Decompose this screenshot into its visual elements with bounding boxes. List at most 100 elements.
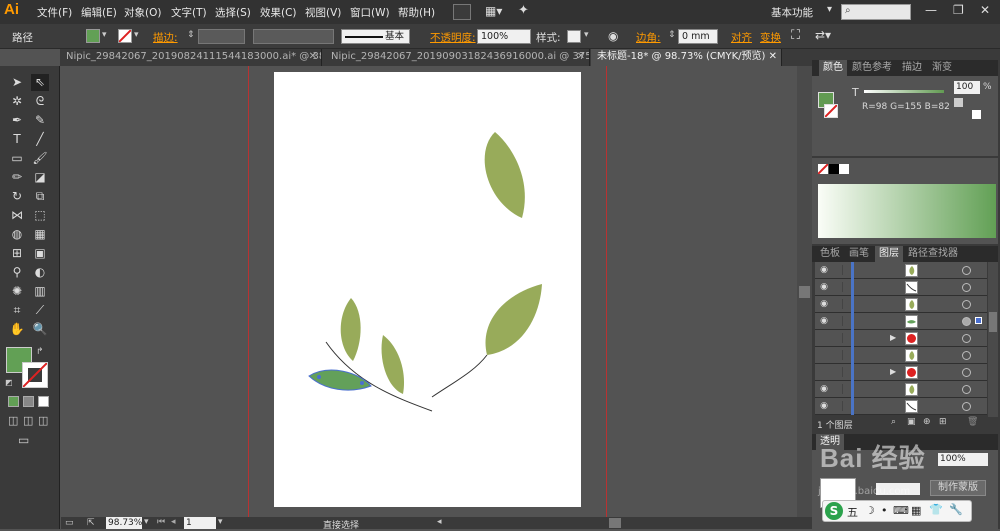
visibility-eye-icon[interactable]: ◉ xyxy=(818,299,830,309)
lock-toggle[interactable] xyxy=(833,401,843,411)
status-share-icon[interactable]: ⇱ xyxy=(87,518,95,528)
tab-stroke[interactable]: 描边 xyxy=(898,60,926,76)
skin-icon[interactable]: 👕 xyxy=(929,503,943,516)
tab-color[interactable]: 颜色 xyxy=(819,60,847,76)
gradient-mode-icon[interactable] xyxy=(23,396,34,407)
corner-label[interactable]: 边角: xyxy=(636,30,661,45)
tab-brushes[interactable]: 画笔 xyxy=(845,246,873,262)
zoom-input[interactable]: 98.73% xyxy=(106,517,142,529)
shape-builder-tool-icon[interactable]: ◍ xyxy=(8,226,26,243)
menu-object[interactable]: 对象(O) xyxy=(124,5,161,20)
horizontal-scroll-thumb[interactable] xyxy=(609,518,621,528)
fill-swatch[interactable] xyxy=(86,29,100,43)
toolbox-icon[interactable]: ▦ xyxy=(911,504,921,517)
status-nav-icon[interactable]: ▭ xyxy=(65,518,74,528)
gpu-performance-icon[interactable]: ✦ xyxy=(518,3,536,19)
help-search-input[interactable]: ⌕ xyxy=(841,4,911,20)
none-swatch[interactable] xyxy=(818,164,828,174)
minimize-button[interactable]: — xyxy=(925,3,937,17)
layer-row[interactable]: ◉ xyxy=(815,296,987,313)
leaf-large-right[interactable] xyxy=(485,284,542,355)
tab-layers[interactable]: 图层 xyxy=(875,246,903,262)
vertical-scroll-thumb[interactable] xyxy=(799,286,810,298)
menu-select[interactable]: 选择(S) xyxy=(215,5,251,20)
fill-dropdown-icon[interactable]: ▾ xyxy=(102,30,107,40)
white-swatch[interactable] xyxy=(839,164,849,174)
artwork[interactable] xyxy=(274,72,581,507)
symbol-sprayer-tool-icon[interactable]: ✺ xyxy=(8,283,26,300)
leaf-selected[interactable] xyxy=(308,369,372,391)
artboard[interactable] xyxy=(274,72,581,507)
workspace-dropdown-icon[interactable]: ▾ xyxy=(827,4,832,15)
keyboard-icon[interactable]: ⌨ xyxy=(893,504,909,517)
column-graph-tool-icon[interactable]: ▥ xyxy=(31,283,49,300)
tab-document-2[interactable]: Nipic_29842067_20190903182436916000.ai @… xyxy=(325,49,590,66)
zoom-tool-icon[interactable]: 🔍 xyxy=(31,321,49,338)
transform-link[interactable]: 变换 xyxy=(760,30,781,45)
direct-selection-tool-icon[interactable]: ⇖ xyxy=(31,74,49,91)
tab-gradient[interactable]: 渐变 xyxy=(928,60,956,76)
magic-wand-tool-icon[interactable]: ✲ xyxy=(8,93,26,110)
layer-row[interactable]: ◉ xyxy=(815,262,987,279)
target-circle-icon[interactable] xyxy=(962,402,971,411)
layer-row[interactable]: ◉ xyxy=(815,279,987,296)
layers-scroll-thumb[interactable] xyxy=(989,312,997,332)
style-swatch[interactable] xyxy=(567,30,581,43)
close-button[interactable]: ✕ xyxy=(980,3,990,17)
rotate-tool-icon[interactable]: ↻ xyxy=(8,188,26,205)
eyedropper-tool-icon[interactable]: ⚲ xyxy=(8,264,26,281)
artboard-number-input[interactable]: 1 xyxy=(184,517,216,529)
stroke-weight-stepper[interactable]: ⇕ xyxy=(187,30,195,40)
lock-toggle[interactable] xyxy=(833,316,843,326)
ime-wubi[interactable]: 五 xyxy=(847,504,858,520)
blend-tool-icon[interactable]: ◐ xyxy=(31,264,49,281)
layer-row[interactable]: ▶ xyxy=(815,330,987,347)
arrange-documents-icon[interactable]: ▦▾ xyxy=(485,4,511,20)
make-mask-button[interactable]: 制作蒙版 xyxy=(930,480,986,496)
expand-arrow-icon[interactable]: ▶ xyxy=(890,367,896,376)
mesh-tool-icon[interactable]: ⊞ xyxy=(8,245,26,262)
visibility-eye-icon[interactable]: ◉ xyxy=(818,401,830,411)
brush-definition-dropdown[interactable]: 基本 xyxy=(341,29,410,44)
isolate-object-icon[interactable]: ⛶ xyxy=(791,28,800,43)
settings-wrench-icon[interactable]: 🔧 xyxy=(949,503,963,516)
anchor-point[interactable] xyxy=(360,381,364,385)
menu-view[interactable]: 视图(V) xyxy=(305,5,341,20)
stroke-swatch[interactable] xyxy=(118,29,132,43)
layers-scrollbar[interactable] xyxy=(988,262,998,417)
leaf-upper-left[interactable] xyxy=(340,298,361,361)
target-circle-icon[interactable] xyxy=(962,351,971,360)
visibility-eye-icon[interactable] xyxy=(818,350,830,360)
expand-arrow-icon[interactable]: ▶ xyxy=(890,333,896,342)
variable-width-profile-dropdown[interactable] xyxy=(253,29,334,44)
visibility-eye-icon[interactable]: ◉ xyxy=(818,282,830,292)
lock-toggle[interactable] xyxy=(833,367,843,377)
branch-stem-right[interactable] xyxy=(431,354,488,398)
lock-toggle[interactable] xyxy=(833,265,843,275)
slice-tool-icon[interactable]: ⟋ xyxy=(31,302,49,319)
lock-toggle[interactable] xyxy=(833,333,843,343)
selection-indicator[interactable] xyxy=(975,317,982,324)
screen-mode-icon[interactable]: ▭ xyxy=(18,433,29,447)
recolor-artwork-icon[interactable]: ◉ xyxy=(608,29,618,43)
gradient-tool-icon[interactable]: ▣ xyxy=(31,245,49,262)
visibility-eye-icon[interactable]: ◉ xyxy=(818,265,830,275)
lasso-tool-icon[interactable]: ᘓ xyxy=(31,93,49,110)
make-clipping-mask-icon[interactable]: ▣ xyxy=(907,417,916,427)
target-circle-icon[interactable] xyxy=(962,300,971,309)
transform-options-icon[interactable]: ⇄▾ xyxy=(815,28,831,42)
new-layer-icon[interactable]: ⊞ xyxy=(939,417,947,427)
stroke-dropdown-icon[interactable]: ▾ xyxy=(134,30,139,40)
opacity-input[interactable]: 100% xyxy=(477,29,531,44)
anchor-point[interactable] xyxy=(317,375,321,379)
color-mode-icon[interactable] xyxy=(8,396,19,407)
tab-swatches[interactable]: 色板 xyxy=(816,246,844,262)
leaf-top[interactable] xyxy=(484,132,525,218)
menu-effect[interactable]: 效果(C) xyxy=(260,5,297,20)
draw-behind-icon[interactable]: ◫ xyxy=(23,414,33,427)
layer-row[interactable]: ◉ xyxy=(815,398,987,415)
stroke-color-box[interactable] xyxy=(22,362,48,388)
layer-row[interactable]: ◉ xyxy=(815,381,987,398)
tab-close-icon[interactable]: ✕ xyxy=(309,49,317,65)
tab-color-guide[interactable]: 颜色参考 xyxy=(848,60,896,76)
